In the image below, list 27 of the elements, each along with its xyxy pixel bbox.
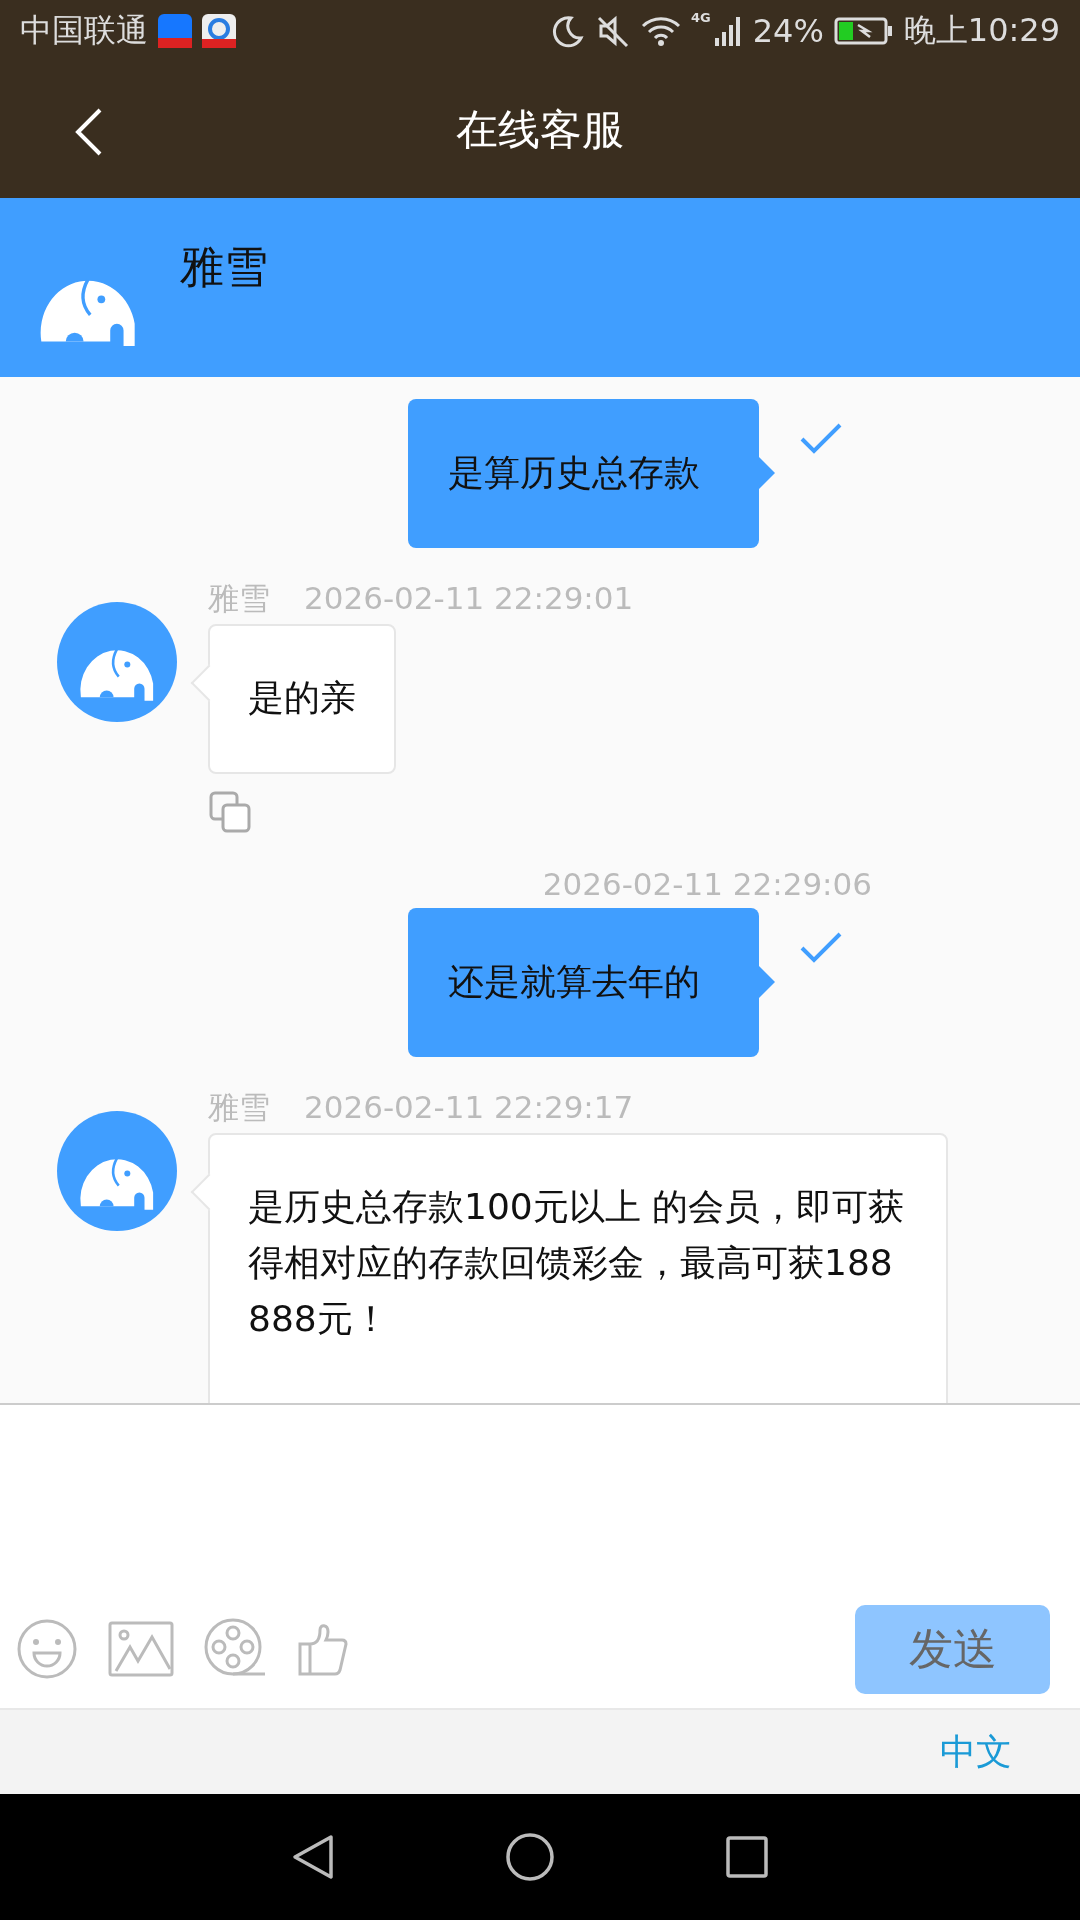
carrier-name: 中国联通 [20,10,148,51]
app-icon [202,14,236,48]
sender-name: 雅雪 [208,1088,270,1127]
app-icon [158,14,192,48]
home-icon[interactable] [505,1832,555,1882]
message-input[interactable] [0,1403,1080,1590]
screen-title: 在线客服 [456,104,624,156]
bubble-tail [759,966,775,998]
message-time: 2026-02-11 22:29:01 [304,579,634,618]
sender-name: 雅雪 [208,579,270,618]
wifi-icon [640,14,681,48]
battery-level: 24% [752,12,824,50]
recent-apps-icon[interactable] [725,1835,769,1879]
message-time: 2026-02-11 22:29:06 [541,865,873,904]
signal-icon [712,14,743,48]
language-toggle[interactable]: 中文 [940,1727,1012,1777]
network-type: 4G [690,10,711,25]
emoji-icon[interactable] [16,1618,78,1680]
agent-name: 雅雪 [180,240,268,294]
message-time: 2026-02-11 22:29:17 [304,1088,634,1127]
moon-icon [550,14,585,48]
image-icon[interactable] [108,1621,174,1677]
copy-icon[interactable] [208,790,252,834]
bubble-tail [759,457,775,489]
clock-time: 晚上10:29 [903,10,1060,51]
back-icon[interactable] [291,1833,335,1881]
battery-icon [833,16,894,46]
